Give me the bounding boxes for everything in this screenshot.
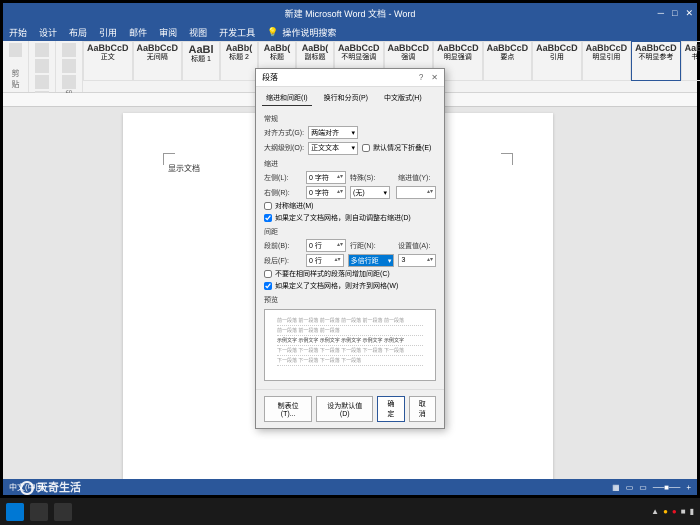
special-select[interactable]: (无)▾ [350,186,390,199]
watermark: 天奇生活 [20,479,81,495]
help-icon[interactable]: ? [419,73,423,82]
tab-layout[interactable]: 布局 [69,26,87,39]
maximize-icon[interactable]: □ [672,8,677,19]
tab-review[interactable]: 审阅 [159,26,177,39]
style-heading2[interactable]: AaBb(标题 2 [220,41,258,81]
tray-icon[interactable]: ▮ [690,507,694,516]
style-heading1[interactable]: AaBl标题 1 [182,41,220,81]
before-label: 段前(B): [264,241,302,251]
view-print-icon[interactable]: ▦ [612,483,620,492]
zoom-value[interactable]: + [686,483,691,492]
tab-indent-spacing[interactable]: 缩进和间距(I) [262,91,312,106]
statusbar: 中文(中国) ▦ ▭ ▭ ──■── + [3,479,697,495]
minimize-icon[interactable]: ─ [658,8,664,19]
indent-by-label: 缩进值(Y): [398,173,436,183]
tab-chinese[interactable]: 中文版式(H) [380,91,426,106]
indent-by-input[interactable]: ▴▾ [396,186,436,199]
tell-me-search[interactable]: 💡 操作说明搜索 [267,26,336,39]
left-indent-input[interactable]: 0 字符▴▾ [306,171,346,184]
tray-icon[interactable]: ■ [681,507,686,516]
no-space-checkbox[interactable] [264,270,272,278]
auto-adjust-checkbox[interactable] [264,214,272,222]
section-indent: 缩进 [264,159,436,169]
tray-icon[interactable]: ● [672,507,677,516]
align-label: 对齐方式(G): [264,128,304,138]
tray-icon[interactable]: ● [663,507,668,516]
dialog-title: 段落 [262,72,278,83]
tab-view[interactable]: 视图 [189,26,207,39]
bold-icon[interactable] [35,43,49,57]
start-button[interactable] [6,503,24,521]
system-tray[interactable]: ▲ ● ● ■ ▮ [651,507,694,516]
document-text: 显示文档 [168,163,200,174]
taskbar-app-icon[interactable] [54,503,72,521]
style-normal[interactable]: AaBbCcD正文 [83,41,133,81]
taskbar: ▲ ● ● ■ ▮ [0,498,700,525]
clipboard-label: 剪贴 [9,68,22,90]
tab-design[interactable]: 设计 [39,26,57,39]
dialog-close-icon[interactable]: ✕ [431,73,438,82]
tab-dev[interactable]: 开发工具 [219,26,255,39]
style-intense-quote[interactable]: AaBbCcD明显引用 [582,41,632,81]
tab-line-breaks[interactable]: 换行和分页(P) [320,91,372,106]
right-indent-label: 右侧(R): [264,188,302,198]
style-book-title[interactable]: AaBbCcD书籍标题 [681,41,700,81]
tab-mailings[interactable]: 邮件 [129,26,147,39]
outline-select[interactable]: 正文文本▾ [308,142,358,155]
tabs-button[interactable]: 制表位(T)... [264,396,312,422]
ok-button[interactable]: 确定 [377,396,404,422]
collapse-checkbox[interactable] [362,144,370,152]
zoom-slider[interactable]: ──■── [653,483,681,492]
style-nospacing[interactable]: AaBbCcD无间隔 [133,41,183,81]
section-spacing: 间距 [264,227,436,237]
title-text: 新建 Microsoft Word 文档 - Word [285,7,416,20]
outline-label: 大纲级别(O): [264,143,304,153]
tray-up-icon[interactable]: ▲ [651,507,659,516]
left-indent-label: 左侧(L): [264,173,302,183]
at-label: 设置值(A): [398,241,436,251]
view-read-icon[interactable]: ▭ [626,483,634,492]
numbering-icon[interactable] [62,59,76,73]
mirror-checkbox[interactable] [264,202,272,210]
dialog-titlebar[interactable]: 段落 ? ✕ [256,69,444,87]
bullets-icon[interactable] [62,43,76,57]
section-general: 常规 [264,114,436,124]
watermark-icon [20,481,34,495]
before-input[interactable]: 0 行▴▾ [306,239,346,252]
view-web-icon[interactable]: ▭ [639,483,647,492]
titlebar: 新建 Microsoft Word 文档 - Word ─ □ ✕ [3,3,697,23]
tab-references[interactable]: 引用 [99,26,117,39]
style-quote[interactable]: AaBbCcD引用 [532,41,582,81]
italic-icon[interactable] [35,59,49,73]
preview-box: 前一段落 前一段落 前一段落 前一段落 前一段落 前一段落 前一段落 前一段落 … [264,309,436,381]
style-strong[interactable]: AaBbCcD要点 [483,41,533,81]
section-preview: 预览 [264,295,436,305]
tab-home[interactable]: 开始 [9,26,27,39]
at-input[interactable]: 3▴▾ [398,254,436,267]
after-input[interactable]: 0 行▴▾ [306,254,344,267]
align-icon[interactable] [62,75,76,89]
line-spacing-label: 行距(N): [350,241,388,251]
snap-grid-checkbox[interactable] [264,282,272,290]
default-button[interactable]: 设为默认值(D) [316,396,373,422]
cancel-button[interactable]: 取消 [409,396,436,422]
right-indent-input[interactable]: 0 字符▴▾ [306,186,346,199]
underline-icon[interactable] [35,75,49,89]
style-subtle-ref[interactable]: AaBbCcD不明显参考 [631,41,681,81]
paragraph-dialog: 段落 ? ✕ 缩进和间距(I) 换行和分页(P) 中文版式(H) 常规 对齐方式(… [255,68,445,429]
paste-icon[interactable] [9,43,22,57]
line-spacing-select[interactable]: 多倍行距▾ [348,254,395,267]
close-icon[interactable]: ✕ [685,8,693,19]
taskbar-app-icon[interactable] [30,503,48,521]
margin-corner-tr [501,153,513,165]
menubar: 开始 设计 布局 引用 邮件 审阅 视图 开发工具 💡 操作说明搜索 [3,23,697,41]
align-select[interactable]: 两端对齐▾ [308,126,358,139]
after-label: 段后(F): [264,256,302,266]
special-label: 特殊(S): [350,173,388,183]
